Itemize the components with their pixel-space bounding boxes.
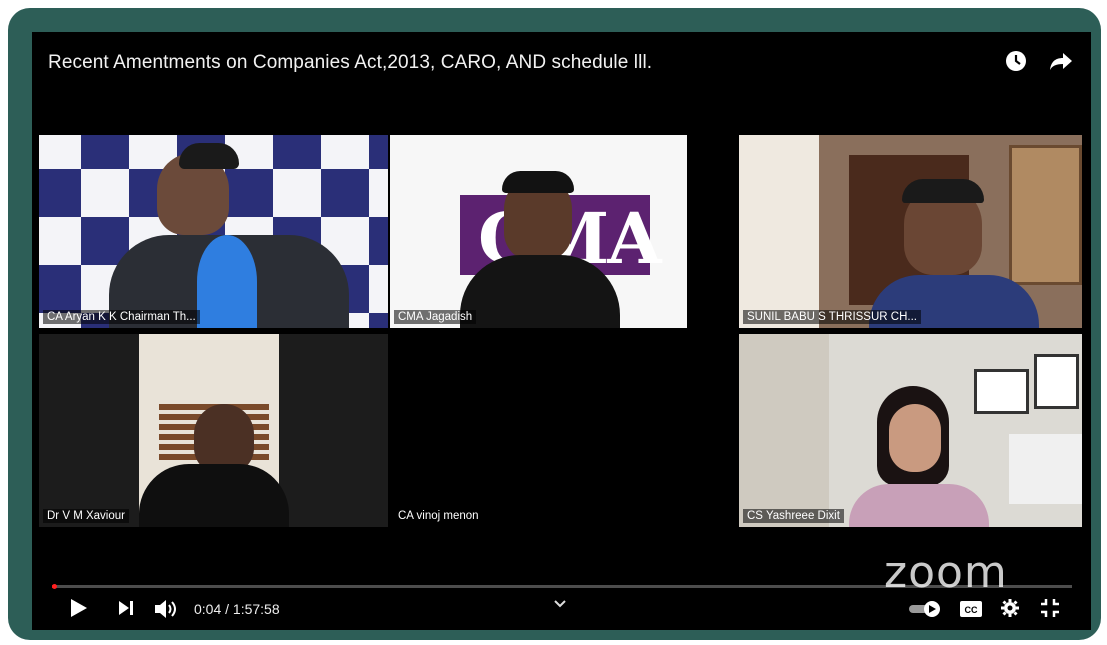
progress-knob[interactable]	[52, 584, 57, 589]
participant-tile[interactable]: CMA CMA Jagadish	[390, 135, 687, 328]
share-icon[interactable]	[1049, 50, 1073, 72]
exit-fullscreen-icon[interactable]	[1040, 598, 1060, 623]
participant-name: CMA Jagadish	[394, 310, 477, 324]
banner-cell	[225, 169, 273, 217]
play-icon[interactable]	[70, 598, 88, 623]
clock-icon[interactable]	[1005, 50, 1027, 72]
participant-tile[interactable]: CS Yashreee Dixit	[739, 334, 1082, 527]
participant-tile[interactable]: CA Aryan K K Chairman Th...	[39, 135, 388, 328]
participant-name: CA Aryan K K Chairman Th...	[43, 310, 200, 324]
banner-cell	[369, 217, 388, 265]
banner-cell	[39, 169, 81, 217]
banner-cell	[273, 135, 321, 169]
captions-icon[interactable]: CC	[960, 601, 982, 622]
settings-icon[interactable]	[1000, 598, 1020, 623]
participant-tile[interactable]: Dr V M Xaviour	[39, 334, 388, 527]
progress-bar[interactable]	[52, 584, 1072, 589]
volume-icon[interactable]	[154, 598, 180, 625]
participant-name: CS Yashreee Dixit	[743, 509, 844, 523]
participant-name: CA vinoj menon	[394, 509, 483, 523]
banner-cell	[369, 169, 388, 217]
video-title: Recent Amentments on Companies Act,2013,…	[48, 52, 653, 73]
participant-tile[interactable]: CA vinoj menon	[390, 334, 687, 527]
chevron-down-icon[interactable]	[554, 596, 566, 612]
banner-cell	[39, 265, 81, 313]
time-display: 0:04 / 1:57:58	[194, 601, 280, 617]
participant-tile[interactable]: SUNIL BABU S THRISSUR CH...	[739, 135, 1082, 328]
banner-cell	[321, 169, 369, 217]
svg-text:CC: CC	[965, 605, 978, 615]
participant-name: Dr V M Xaviour	[43, 509, 129, 523]
banner-cell	[273, 169, 321, 217]
banner-cell	[369, 313, 388, 328]
banner-cell	[321, 135, 369, 169]
zoom-watermark: zoom	[884, 547, 1008, 598]
banner-cell	[81, 169, 129, 217]
next-icon[interactable]	[118, 600, 134, 621]
banner-cell	[369, 135, 388, 169]
autoplay-toggle[interactable]	[908, 600, 942, 623]
banner-cell	[81, 135, 129, 169]
banner-cell	[39, 135, 81, 169]
participant-name: SUNIL BABU S THRISSUR CH...	[743, 310, 921, 324]
participant-video	[889, 404, 941, 472]
video-player[interactable]: Recent Amentments on Companies Act,2013,…	[32, 32, 1091, 630]
banner-cell	[369, 265, 388, 313]
banner-cell	[39, 217, 81, 265]
control-bar: 0:04 / 1:57:58 CC	[32, 594, 1091, 628]
